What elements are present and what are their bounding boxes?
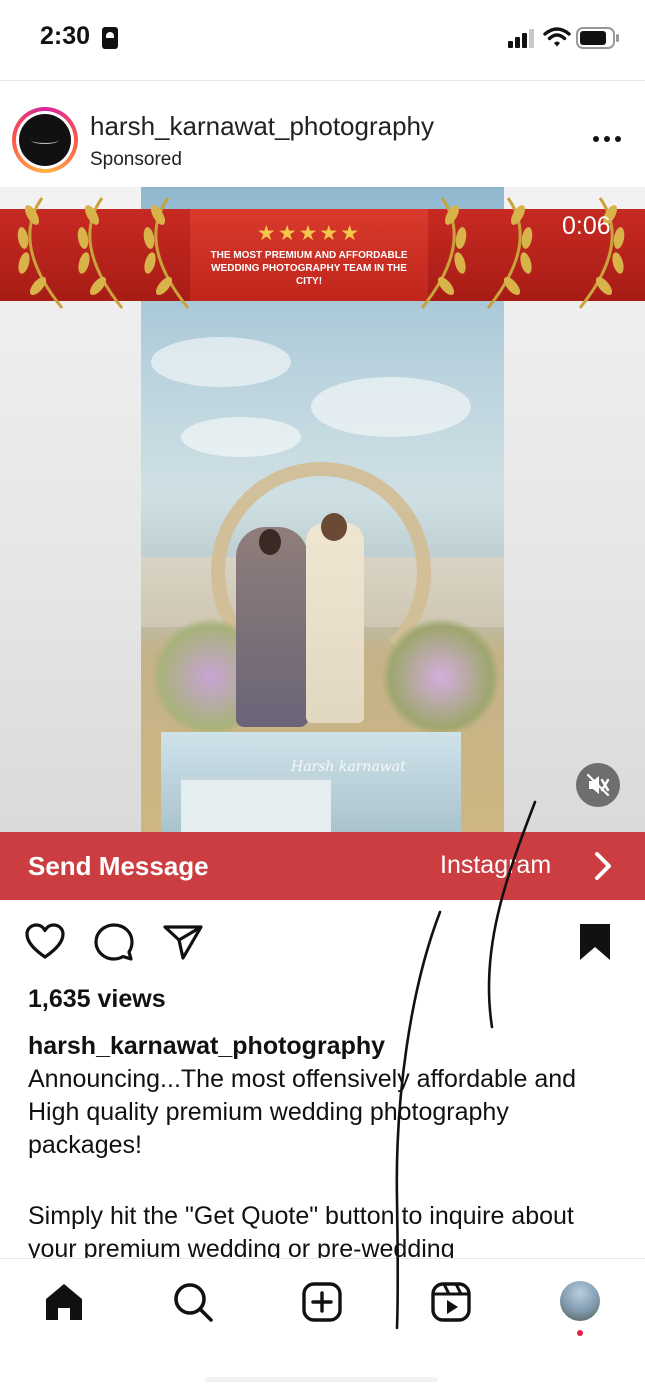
sponsored-label: Sponsored (90, 149, 182, 170)
send-message-cta[interactable]: Send Message Instagram (0, 832, 645, 900)
mute-button[interactable] (576, 763, 620, 807)
chevron-right-icon (595, 852, 611, 880)
author-username[interactable]: harsh_karnawat_photography (90, 111, 434, 142)
view-count: 1,635 views (28, 985, 166, 1013)
laurel-icon (77, 197, 124, 309)
send-icon[interactable] (162, 921, 204, 963)
muted-speaker-icon (586, 773, 610, 797)
caption-text: Simply hit the "Get Quote" button to inq… (28, 1202, 574, 1258)
notification-dot (577, 1330, 583, 1336)
banner-text: THE MOST PREMIUM AND AFFORDABLE WEDDING … (210, 250, 408, 287)
laurel-icon (143, 197, 190, 309)
photo-watermark: Harsh karnawat (291, 759, 406, 775)
profile-avatar[interactable] (560, 1281, 600, 1321)
video-timer: 0:06 (562, 212, 611, 240)
post-header: harsh_karnawat_photography Sponsored (0, 95, 645, 187)
battery-icon (576, 27, 619, 49)
caption-text: Announcing...The most offensively afford… (28, 1065, 577, 1159)
create-icon[interactable] (301, 1281, 343, 1323)
author-avatar[interactable] (12, 107, 78, 173)
reels-icon[interactable] (430, 1281, 472, 1323)
post-video[interactable]: Harsh karnawat ★★★★★ THE MOST PREMIUM AN… (0, 187, 645, 832)
status-bar: 2:30 (0, 0, 645, 80)
laurel-icon (420, 197, 467, 309)
post-actions (0, 915, 645, 970)
cta-label: Send Message (28, 851, 209, 881)
wifi-icon (543, 27, 571, 47)
heart-icon[interactable] (24, 921, 66, 963)
bookmark-filled-icon[interactable] (574, 921, 616, 963)
bottom-nav (0, 1258, 645, 1396)
more-horizontal-icon[interactable] (590, 133, 624, 145)
home-indicator (205, 1377, 438, 1382)
rating-stars: ★★★★★ (256, 222, 362, 245)
sim-card-icon (102, 27, 118, 49)
comment-icon[interactable] (93, 921, 135, 963)
caption-username[interactable]: harsh_karnawat_photography (28, 1030, 618, 1063)
status-time: 2:30 (40, 22, 91, 50)
search-icon[interactable] (172, 1281, 214, 1323)
cellular-signal-icon (508, 29, 534, 48)
status-divider (0, 80, 645, 81)
laurel-icon (578, 197, 625, 309)
home-icon[interactable] (43, 1281, 85, 1323)
laurel-icon (486, 197, 533, 309)
cta-source: Instagram (440, 851, 552, 879)
post-caption: harsh_karnawat_photography Announcing...… (28, 1030, 618, 1258)
